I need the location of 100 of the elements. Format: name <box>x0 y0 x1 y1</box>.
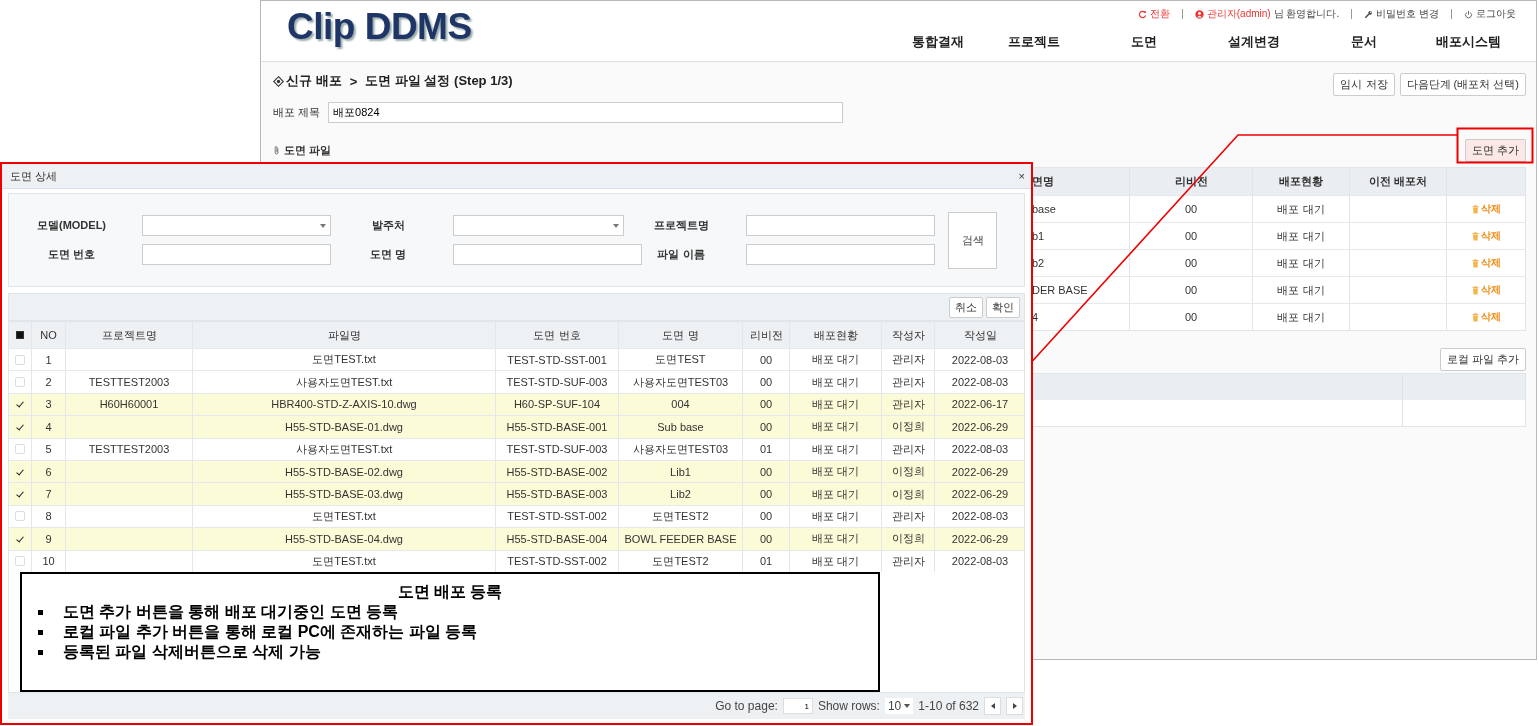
nav-menu-item[interactable]: 도면 <box>1090 33 1198 51</box>
table-cell: H60H60001 <box>99 398 159 411</box>
pager-label: Go to page: <box>715 699 778 713</box>
logo: Clip DDMS <box>286 5 472 49</box>
table-cell: 이정희 <box>891 486 925 502</box>
table-cell: 2022-08-03 <box>951 353 1009 366</box>
modal-title: 도면 상세 <box>10 168 58 184</box>
filter-label: 파일 이름 <box>656 247 706 262</box>
close-button[interactable]: × <box>1016 170 1027 182</box>
table-cell: TEST-STD-SST-001 <box>507 353 607 366</box>
row-number: 4 <box>45 420 52 433</box>
table-cell: 배포 대기 <box>1252 277 1349 303</box>
table-cell: BOWL FEEDER BASE <box>624 532 737 545</box>
table-cell: 00 <box>759 398 773 411</box>
filter-label: 도면 명 <box>368 247 408 262</box>
table-cell: 00 <box>1129 223 1252 249</box>
field-label: 배포 제목 <box>273 105 321 120</box>
bullet-icon <box>38 609 43 615</box>
toolbar-button[interactable]: 확인 <box>986 296 1020 318</box>
input-field[interactable] <box>453 244 642 265</box>
header-link[interactable]: 관리자(admin) <box>1194 7 1271 21</box>
row-number: 5 <box>45 443 52 456</box>
table-cell: 배포 대기 <box>811 464 860 480</box>
input-field[interactable] <box>746 244 935 265</box>
table-cell: 2022-06-29 <box>951 532 1009 545</box>
table-cell: 004 <box>671 398 690 411</box>
search-button[interactable]: 검색 <box>948 211 997 269</box>
table-cell: 사용자도면TEST03 <box>632 374 729 390</box>
dropdown-field[interactable] <box>142 215 331 236</box>
table-cell: 00 <box>759 353 773 366</box>
table-cell: 01 <box>759 443 773 456</box>
table-cell: 관리자 <box>891 396 925 412</box>
table-cell: H55-STD-BASE-02.dwg <box>285 465 403 478</box>
table-cell: TEST-STD-SST-002 <box>507 555 607 568</box>
nav-menu-item[interactable]: 프로젝트 <box>980 33 1088 51</box>
action-button[interactable]: 임시 저장 <box>1333 72 1395 96</box>
power-icon <box>1464 9 1473 19</box>
nav-menu-item[interactable]: 배포시스템 <box>1420 33 1516 51</box>
header-link[interactable]: 비밀번호 변경 <box>1364 7 1439 21</box>
table-cell: 배포 대기 <box>811 352 860 368</box>
table-cell: 배포 대기 <box>1252 223 1349 249</box>
header-link[interactable]: 로그아웃 <box>1464 7 1516 21</box>
input-field[interactable] <box>746 215 935 236</box>
table-cell: H55-STD-BASE-004 <box>506 532 608 545</box>
table-cell: 00 <box>759 488 773 501</box>
table-cell: 2022-08-03 <box>951 443 1009 456</box>
table-cell: 관리자 <box>891 352 925 368</box>
row-number: 9 <box>45 532 52 545</box>
row-number: 6 <box>45 465 52 478</box>
toolbar-button[interactable]: 취소 <box>949 296 983 318</box>
table-cell: Lib2 <box>670 488 691 501</box>
header-link[interactable]: 전환 <box>1137 7 1170 21</box>
nav-menu-item[interactable]: 설계변경 <box>1200 33 1308 51</box>
add-drawing-button[interactable]: 도면 추가 <box>1464 138 1526 162</box>
filter-label: 모델(MODEL) <box>35 218 107 233</box>
bullet-icon <box>38 649 43 655</box>
table-cell: 01 <box>759 555 773 568</box>
rows-dropdown[interactable]: 10 <box>884 698 914 714</box>
add-local-file-button[interactable]: 로컬 파일 추가 <box>1439 348 1526 371</box>
welcome-text: 님 환영합니다. <box>1273 7 1340 21</box>
right-arrow-icon <box>1012 703 1017 709</box>
title-input-field[interactable]: 배포0824 <box>328 102 844 123</box>
table-cell: 관리자 <box>891 374 925 390</box>
pager-label: Show rows: <box>817 699 880 713</box>
table-cell: 배포 대기 <box>811 486 860 502</box>
column-header: 이전 배포처 <box>1349 168 1446 195</box>
table-cell: 사용자도면TEST.txt <box>295 374 393 390</box>
table-cell: 00 <box>1129 250 1252 276</box>
table-cell: 2022-08-03 <box>951 510 1009 523</box>
table-cell: Lib1 <box>670 465 691 478</box>
page-range: 1-10 of 632 <box>918 699 979 713</box>
table-cell: 2022-08-03 <box>951 555 1009 568</box>
table-cell: 배포 대기 <box>811 508 860 524</box>
previous-page-button[interactable] <box>984 697 1001 715</box>
table-cell: H60-SP-SUF-104 <box>513 398 601 411</box>
table-cell: 관리자 <box>891 553 925 569</box>
bullet-icon <box>38 629 43 635</box>
trash-icon <box>1471 258 1479 268</box>
table-cell: 도면TEST <box>655 352 706 368</box>
input-field[interactable] <box>142 244 331 265</box>
table-cell: 00 <box>759 376 773 389</box>
table-cell: 도면TEST.txt <box>312 553 376 569</box>
table-cell: 배포 대기 <box>811 441 860 457</box>
page-input-field[interactable]: 1 <box>782 698 813 714</box>
nav-menu-item[interactable]: 통합결재 <box>898 33 978 51</box>
dropdown-field[interactable] <box>453 215 624 236</box>
table-cell: H55-STD-BASE-001 <box>506 420 608 433</box>
section-title: 도면 파일 <box>284 142 332 158</box>
row-number: 3 <box>45 398 52 411</box>
trash-icon <box>1471 231 1479 241</box>
action-button[interactable]: 다음단계 (배포처 선택) <box>1399 72 1526 96</box>
table-cell: 00 <box>759 510 773 523</box>
table-cell: 2022-06-17 <box>951 398 1009 411</box>
table-cell: 배포 대기 <box>811 396 860 412</box>
trash-icon <box>1471 285 1479 295</box>
nav-menu-item[interactable]: 문서 <box>1310 33 1418 51</box>
next-page-button[interactable] <box>1006 697 1023 715</box>
table-cell: H55-STD-BASE-002 <box>506 465 608 478</box>
select-all-checkbox[interactable] <box>16 331 24 339</box>
table-cell: 관리자 <box>891 508 925 524</box>
